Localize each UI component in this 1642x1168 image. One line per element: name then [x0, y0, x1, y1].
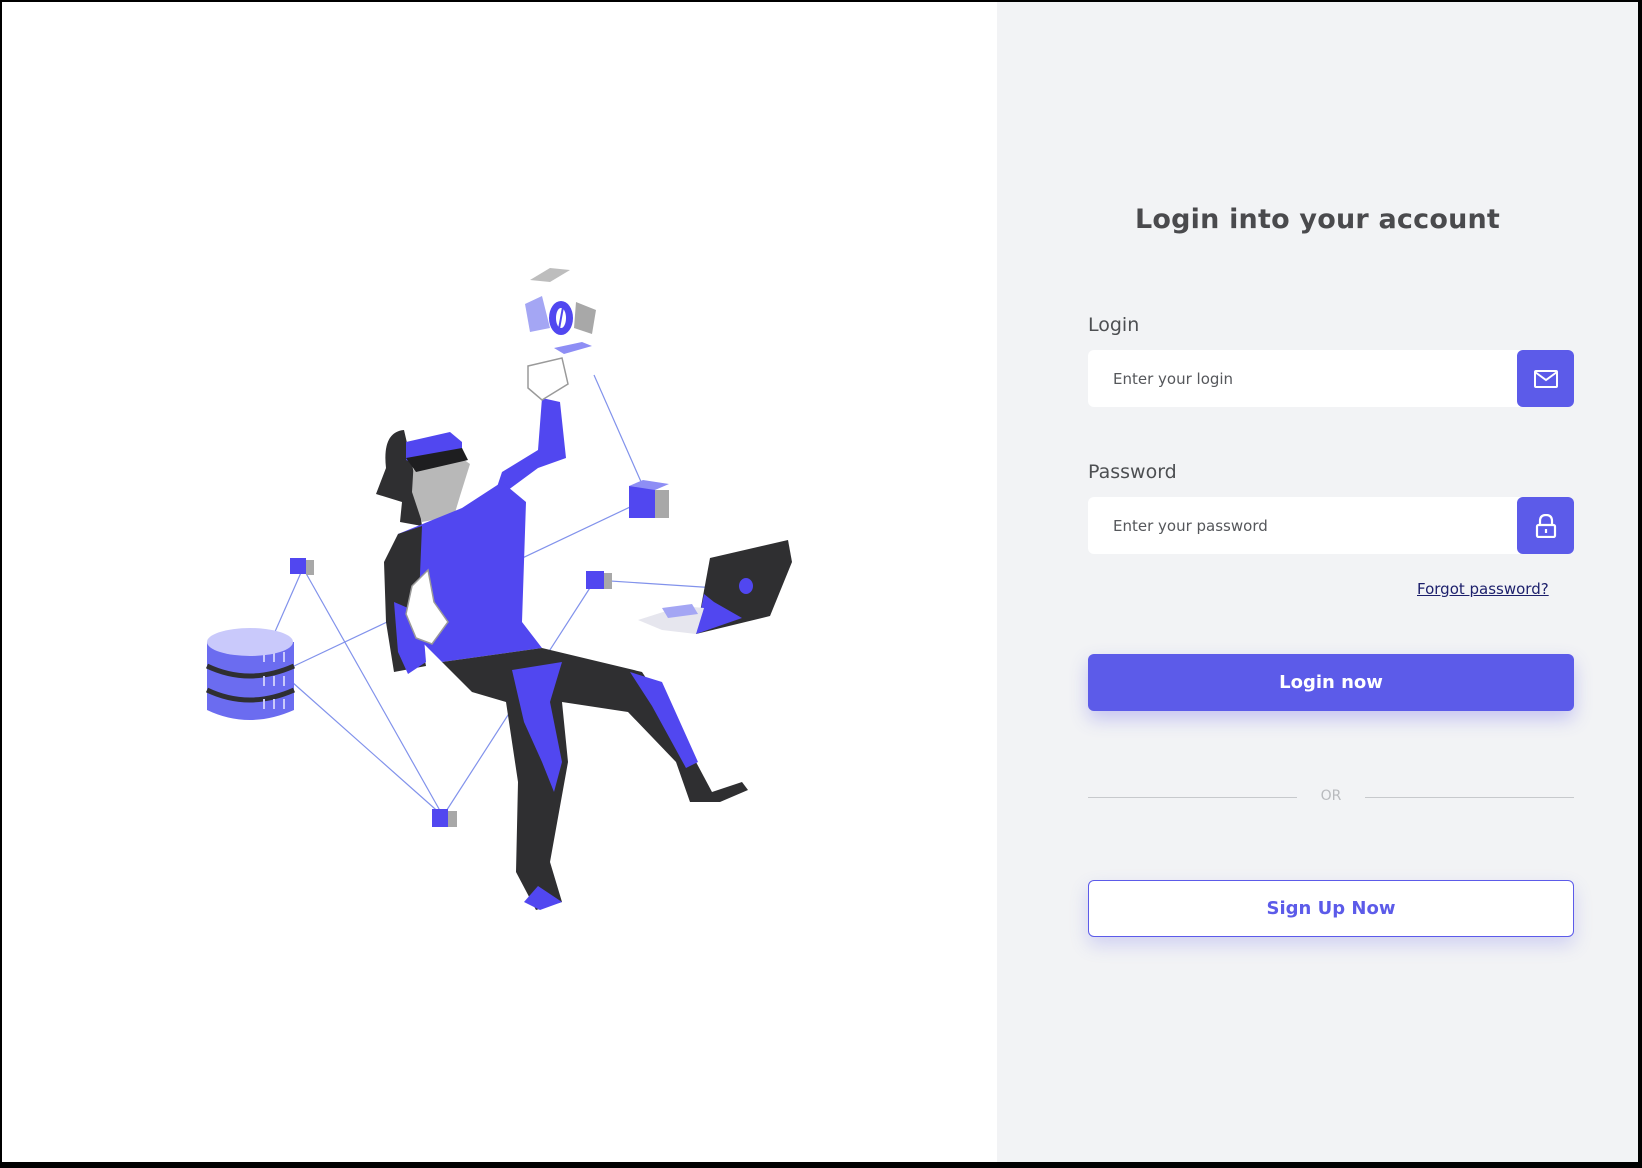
signup-button[interactable]: Sign Up Now — [1088, 880, 1574, 937]
lock-icon-button[interactable] — [1517, 497, 1574, 554]
login-button[interactable]: Login now — [1088, 654, 1574, 711]
forgot-password-link[interactable]: Forgot password? — [1417, 580, 1549, 598]
password-label: Password — [1088, 461, 1177, 483]
mail-icon — [1533, 369, 1558, 388]
login-label: Login — [1088, 314, 1140, 336]
floating-crypto-shapes — [525, 268, 596, 354]
or-divider: OR — [1088, 786, 1574, 810]
person-figure — [376, 357, 748, 910]
password-field — [1088, 497, 1574, 554]
mail-icon-button[interactable] — [1517, 350, 1574, 407]
divider-line-right — [1365, 797, 1574, 798]
page-title: Login into your account — [1134, 204, 1501, 235]
lock-icon — [1535, 513, 1556, 538]
illustration-panel — [2, 2, 997, 1162]
login-field — [1088, 350, 1574, 407]
database-icon — [205, 628, 296, 720]
app-window: Login into your account Login Password — [2, 2, 1638, 1162]
login-input[interactable] — [1111, 368, 1515, 389]
divider-text: OR — [1320, 788, 1342, 804]
person-network-illustration — [205, 268, 792, 910]
laptop-icon — [638, 540, 792, 634]
login-panel: Login into your account Login Password — [997, 2, 1638, 1162]
password-input[interactable] — [1111, 515, 1515, 536]
